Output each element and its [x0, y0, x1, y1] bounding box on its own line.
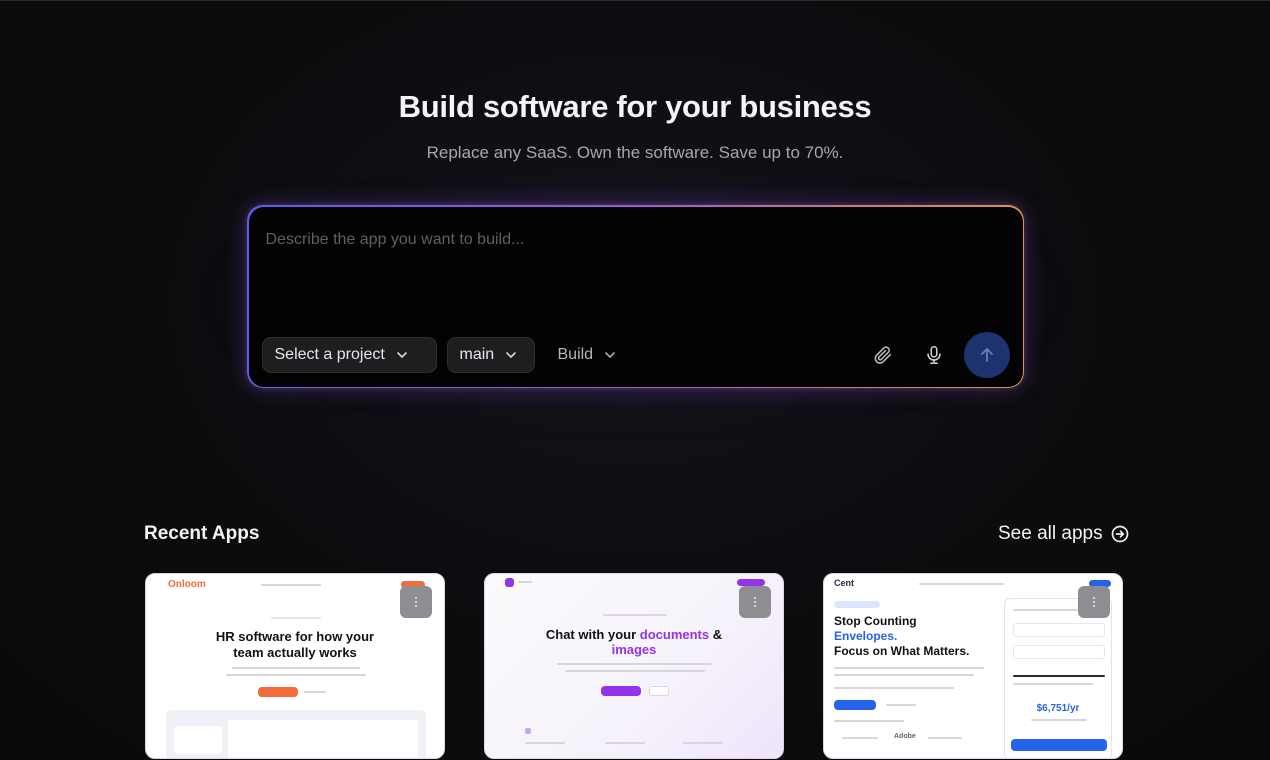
arrow-right-circle-icon [1111, 525, 1128, 543]
paperclip-icon [874, 345, 891, 364]
card-preview-title: Chat with your documents & images [485, 627, 783, 657]
card-menu-button[interactable] [1078, 586, 1110, 618]
prompt-container: Select a project main Build [247, 205, 1024, 388]
app-card-docs-chat[interactable]: Chat with your documents & images [484, 573, 784, 759]
card-preview-heading: Stop Counting Envelopes. Focus on What M… [834, 614, 969, 659]
card-preview-panel: $6,751/yr [1004, 598, 1112, 758]
arrow-up-icon [980, 347, 993, 362]
card-preview-title: HR software for how your team actually w… [146, 629, 444, 661]
branch-select[interactable]: main [446, 336, 535, 373]
app-card-onloom[interactable]: Onloom HR software for how your team act… [145, 573, 445, 759]
send-button[interactable] [963, 331, 1010, 378]
microphone-button[interactable] [920, 341, 948, 369]
card-menu-button[interactable] [400, 586, 432, 618]
chevron-down-icon [605, 351, 615, 358]
prompt-box: Select a project main Build [248, 206, 1023, 387]
card-logo: Cent [834, 578, 854, 588]
card-title-accent: images [611, 642, 657, 657]
card-title-accent: documents [639, 627, 710, 642]
card-brand-logo: Adobe [894, 733, 916, 740]
card-heading-line: Focus on What Matters. [834, 644, 970, 658]
prompt-input[interactable] [265, 230, 1006, 249]
microphone-icon [926, 345, 941, 364]
chevron-down-icon [506, 351, 516, 358]
card-title-text: & [709, 627, 723, 642]
recent-apps-title: Recent Apps [144, 523, 260, 544]
more-vertical-icon [1092, 597, 1096, 607]
mode-select[interactable]: Build [545, 337, 631, 373]
card-preview-dashboard [166, 710, 426, 758]
see-all-apps-label: See all apps [998, 523, 1103, 544]
branch-select-label: main [459, 345, 495, 363]
attach-button[interactable] [869, 341, 897, 369]
project-select-label: Select a project [274, 345, 385, 363]
card-title-line: team actually works [233, 645, 357, 660]
page-title: Build software for your business [398, 89, 872, 124]
card-price: $6,751/yr [1036, 703, 1080, 714]
project-select[interactable]: Select a project [261, 336, 437, 373]
more-vertical-icon [753, 597, 757, 607]
card-logo: Onloom [168, 579, 206, 590]
mode-select-label: Build [557, 345, 594, 363]
chevron-down-icon [396, 351, 407, 358]
card-menu-button[interactable] [739, 586, 771, 618]
card-title-text: Chat with your [545, 627, 640, 642]
more-vertical-icon [414, 597, 418, 607]
page-subtitle: Replace any SaaS. Own the software. Save… [426, 143, 844, 162]
card-heading-line: Stop Counting [834, 614, 917, 628]
card-title-line: HR software for how your [215, 629, 375, 644]
see-all-apps-link[interactable]: See all apps [998, 523, 1129, 545]
app-card-budget[interactable]: Cent Stop Counting Envelopes. Focus on W… [823, 573, 1123, 759]
card-heading-accent: Envelopes. [834, 629, 898, 643]
